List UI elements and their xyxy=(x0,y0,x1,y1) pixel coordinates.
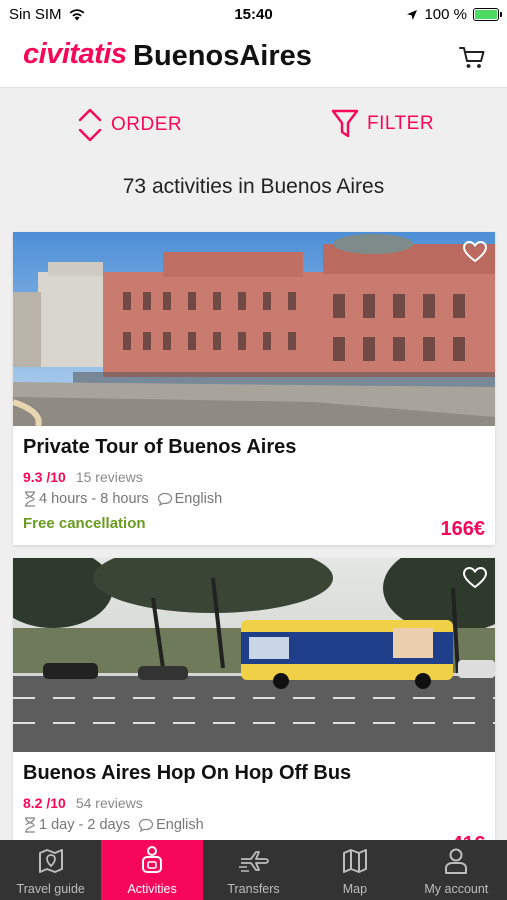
status-bar: Sin SIM 15:40 100 % xyxy=(0,0,507,30)
favorite-heart-icon[interactable] xyxy=(462,239,488,265)
tab-label: Travel guide xyxy=(16,882,85,896)
order-button[interactable]: ORDER xyxy=(77,108,182,142)
bottom-tab-bar: Travel guide Activities Transfers Map My… xyxy=(0,840,507,900)
tab-label: Transfers xyxy=(227,882,280,896)
status-right: 100 % xyxy=(406,6,502,23)
language-text: English xyxy=(174,491,223,507)
activity-card[interactable]: Private Tour of Buenos Aires 9.3 /10 15 … xyxy=(13,232,495,545)
rating-score: 9.3 /10 xyxy=(23,469,66,485)
review-count: 15 reviews xyxy=(75,469,143,485)
tab-transfers[interactable]: Transfers xyxy=(203,840,304,900)
hourglass-icon xyxy=(25,817,35,833)
filter-button[interactable]: FILTER xyxy=(331,108,434,140)
speech-bubble-icon xyxy=(138,818,154,832)
battery-icon xyxy=(473,8,502,21)
activity-title[interactable]: Buenos Aires Hop On Hop Off Bus xyxy=(23,762,485,785)
activity-details: Private Tour of Buenos Aires 9.3 /10 15 … xyxy=(13,426,495,545)
user-icon xyxy=(445,848,468,874)
city-title: BuenosAires xyxy=(133,40,312,72)
casa-rosada-photo xyxy=(13,232,495,426)
tab-activities[interactable]: Activities xyxy=(101,840,203,900)
duration-text: 4 hours - 8 hours xyxy=(39,491,149,507)
activity-price: 166€ xyxy=(440,518,486,540)
tab-label: Map xyxy=(342,882,368,896)
duration-text: 1 day - 2 days xyxy=(39,817,131,833)
meta-line: 4 hours - 8 hours English xyxy=(23,491,485,507)
rating-score: 8.2 /10 xyxy=(23,795,66,811)
meta-line: 1 day - 2 days English xyxy=(23,817,485,833)
activity-image[interactable] xyxy=(13,558,495,752)
map-icon xyxy=(342,849,367,873)
shopping-cart-icon[interactable] xyxy=(457,42,487,72)
hop-on-bus-photo xyxy=(13,558,495,752)
map-pin-icon xyxy=(38,849,63,873)
battery-percent: 100 % xyxy=(424,6,467,23)
activity-image[interactable] xyxy=(13,232,495,426)
tab-label: Activities xyxy=(127,882,177,896)
tab-map[interactable]: Map xyxy=(304,840,405,900)
results-count: 73 activities in Buenos Aires xyxy=(122,175,385,198)
filter-funnel-icon xyxy=(331,109,359,138)
plane-icon xyxy=(238,851,269,872)
hourglass-icon xyxy=(25,491,35,507)
rating-line: 9.3 /10 15 reviews xyxy=(23,469,485,485)
rating-line: 8.2 /10 54 reviews xyxy=(23,795,485,811)
review-count: 54 reviews xyxy=(75,795,143,811)
battery-level xyxy=(475,10,497,19)
tab-label: My account xyxy=(424,882,489,896)
activity-card[interactable]: Buenos Aires Hop On Hop Off Bus 8.2 /10 … xyxy=(13,558,495,855)
sort-filter-bar: ORDER FILTER xyxy=(0,88,507,168)
ticket-icon xyxy=(142,846,163,873)
sort-arrows-icon xyxy=(78,108,102,142)
speech-bubble-icon xyxy=(157,492,172,506)
app-header: civitatis BuenosAires xyxy=(0,30,507,88)
tab-travel-guide[interactable]: Travel guide xyxy=(0,840,101,900)
order-label: ORDER xyxy=(111,114,183,135)
location-arrow-icon xyxy=(407,9,418,20)
language-text: English xyxy=(156,817,204,833)
favorite-heart-icon[interactable] xyxy=(462,565,488,591)
activity-title[interactable]: Private Tour of Buenos Aires xyxy=(23,436,485,459)
free-cancellation-label: Free cancellation xyxy=(23,515,146,532)
brand-logo[interactable]: civitatis xyxy=(23,38,127,71)
activity-details: Buenos Aires Hop On Hop Off Bus 8.2 /10 … xyxy=(13,752,495,855)
filter-label: FILTER xyxy=(367,113,435,134)
tab-my-account[interactable]: My account xyxy=(406,840,507,900)
